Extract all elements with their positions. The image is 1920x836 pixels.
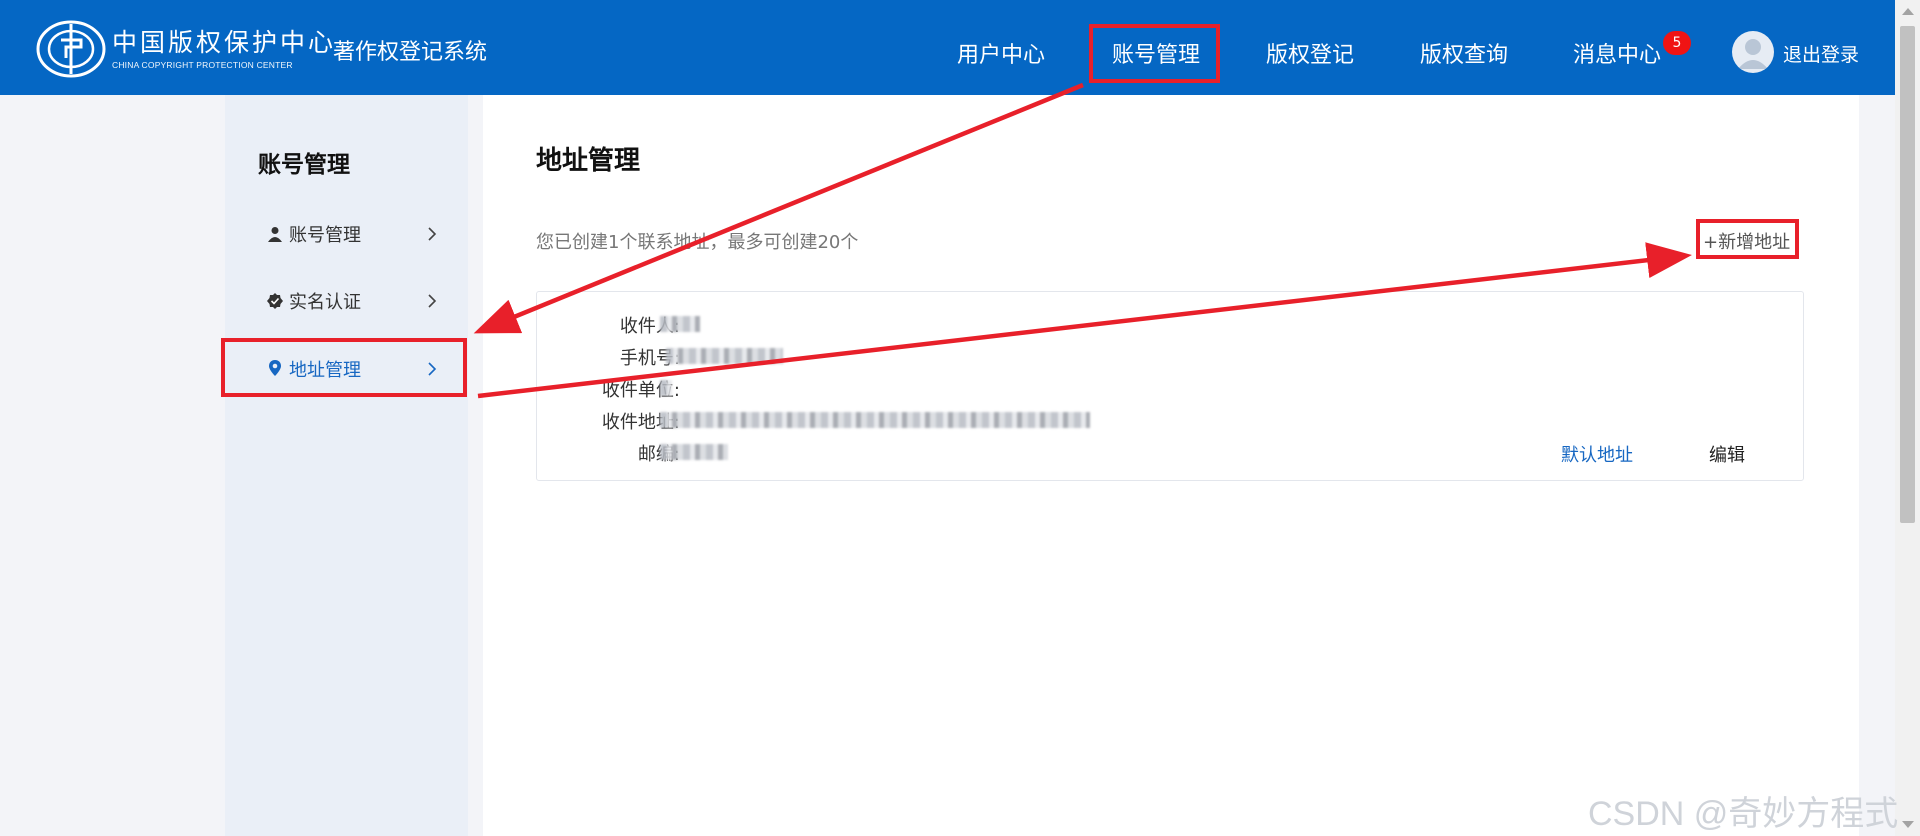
top-header-bar: 中国版权保护中心 CHINA COPYRIGHT PROTECTION CENT… <box>0 0 1895 95</box>
address-card: 收件人: 手机号: 收件单位: 收件地址: 邮编: 默认地址 编辑 <box>536 291 1804 481</box>
postcode-value-redacted <box>660 444 728 460</box>
copyright-center-emblem-icon <box>36 20 106 78</box>
nav-message-center[interactable]: 消息中心 <box>1573 37 1661 69</box>
sidebar-item-label: 地址管理 <box>289 360 361 381</box>
chevron-right-icon <box>428 227 437 241</box>
recipient-value-redacted <box>660 316 700 332</box>
chevron-right-icon <box>428 294 437 308</box>
scroll-up-arrow-icon[interactable] <box>1902 8 1914 15</box>
nav-copyright-registration[interactable]: 版权登记 <box>1266 37 1354 69</box>
sidebar-gap <box>468 95 483 836</box>
add-address-button[interactable]: +新增地址 <box>1703 228 1790 254</box>
sidebar-item-account[interactable]: 账号管理 <box>225 206 468 262</box>
edit-address-link[interactable]: 编辑 <box>1709 441 1745 467</box>
logo-english-name: CHINA COPYRIGHT PROTECTION CENTER <box>112 59 293 70</box>
user-icon <box>268 227 282 242</box>
verified-badge-icon <box>267 293 283 309</box>
user-avatar[interactable] <box>1732 31 1774 73</box>
sidebar-item-label: 账号管理 <box>289 225 361 246</box>
right-background <box>1859 95 1895 836</box>
address-value-redacted <box>660 412 1090 428</box>
sidebar-item-address-management[interactable]: 地址管理 <box>225 341 468 397</box>
user-avatar-icon <box>1738 39 1768 69</box>
scrollbar-thumb[interactable] <box>1900 26 1915 523</box>
page-title: 地址管理 <box>536 146 641 176</box>
logo-chinese-name: 中国版权保护中心 <box>112 27 337 57</box>
nav-user-center[interactable]: 用户中心 <box>957 37 1045 69</box>
sidebar-item-real-name-verification[interactable]: 实名认证 <box>225 273 468 329</box>
csdn-watermark: CSDN @奇妙方程式 <box>1588 795 1899 833</box>
phone-value-redacted <box>666 348 783 364</box>
sidebar-item-label: 实名认证 <box>289 292 361 313</box>
address-count-hint: 您已创建1个联系地址，最多可创建20个 <box>536 232 859 253</box>
nav-account-management[interactable]: 账号管理 <box>1112 37 1200 69</box>
nav-copyright-query[interactable]: 版权查询 <box>1420 37 1508 69</box>
phone-label: 手机号: <box>619 348 680 369</box>
company-value-redacted <box>660 380 672 396</box>
scroll-down-arrow-icon[interactable] <box>1902 821 1914 828</box>
vertical-scrollbar[interactable] <box>1895 0 1920 836</box>
logout-link[interactable]: 退出登录 <box>1783 40 1859 67</box>
sidebar-title: 账号管理 <box>258 152 350 178</box>
system-name: 著作权登记系统 <box>333 40 488 65</box>
default-address-link[interactable]: 默认地址 <box>1561 441 1633 467</box>
chevron-right-icon <box>428 362 437 376</box>
left-background <box>0 95 225 836</box>
site-logo[interactable]: 中国版权保护中心 CHINA COPYRIGHT PROTECTION CENT… <box>36 20 336 78</box>
message-count-badge: 5 <box>1663 31 1691 55</box>
location-pin-icon <box>269 360 281 376</box>
